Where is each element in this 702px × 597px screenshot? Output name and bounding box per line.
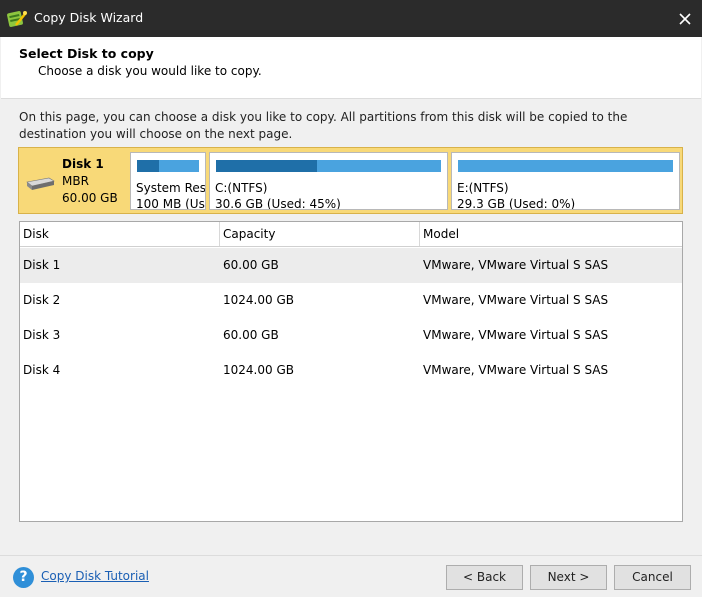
wizard-wand-icon [7,9,27,29]
column-header-capacity[interactable]: Capacity [220,222,420,246]
cell-disk: Disk 2 [23,293,61,307]
column-header-model[interactable]: Model [420,222,682,246]
partition-name: System Reserved [136,181,206,195]
column-header-disk[interactable]: Disk [20,222,220,246]
cell-capacity: 60.00 GB [223,258,279,272]
cell-model: VMware, VMware Virtual S SAS [423,293,609,307]
cell-model: VMware, VMware Virtual S SAS [423,328,609,342]
partition-name: C:(NTFS) [215,181,268,195]
partition-usage-bar [137,160,199,172]
partition-info: 100 MB (Used [136,197,205,210]
hard-disk-icon [25,177,55,194]
back-button[interactable]: < Back [446,565,523,590]
wizard-header: Select Disk to copy Choose a disk you wo… [1,37,701,99]
table-row[interactable]: Disk 1 60.00 GB VMware, VMware Virtual S… [20,248,682,283]
partition-usage-bar [216,160,441,172]
cell-disk: Disk 4 [23,363,61,377]
partition-info: 29.3 GB (Used: 0%) [457,197,576,210]
page-title: Select Disk to copy [19,46,154,61]
disk-map-name: Disk 1 [62,157,104,171]
partition-c[interactable]: C:(NTFS) 30.6 GB (Used: 45%) [209,152,448,210]
table-row[interactable]: Disk 2 1024.00 GB VMware, VMware Virtual… [20,283,682,318]
cell-model: VMware, VMware Virtual S SAS [423,258,609,272]
partition-e[interactable]: E:(NTFS) 29.3 GB (Used: 0%) [451,152,680,210]
help-icon[interactable]: ? [13,567,34,588]
cancel-button[interactable]: Cancel [614,565,691,590]
disk-map-type: MBR [62,174,89,188]
cell-capacity: 60.00 GB [223,328,279,342]
cell-disk: Disk 1 [23,258,61,272]
page-subtitle: Choose a disk you would like to copy. [38,64,262,78]
partition-info: 30.6 GB (Used: 45%) [215,197,341,210]
table-row[interactable]: Disk 3 60.00 GB VMware, VMware Virtual S… [20,318,682,353]
next-button[interactable]: Next > [530,565,607,590]
close-icon[interactable] [668,0,702,37]
disk-map-info[interactable]: Disk 1 MBR 60.00 GB [19,148,129,213]
disk-map[interactable]: Disk 1 MBR 60.00 GB System Reserved 100 … [18,147,683,214]
partition-used-fill [137,160,160,172]
cell-capacity: 1024.00 GB [223,363,294,377]
table-row[interactable]: Disk 4 1024.00 GB VMware, VMware Virtual… [20,353,682,388]
cell-disk: Disk 3 [23,328,61,342]
partition-used-fill [216,160,318,172]
window-title: Copy Disk Wizard [34,10,144,25]
table-header: Disk Capacity Model [20,222,682,247]
disk-map-size: 60.00 GB [62,191,118,205]
partition-usage-bar [458,160,673,172]
page-description: On this page, you can choose a disk you … [19,110,628,141]
partition-system-reserved[interactable]: System Reserved 100 MB (Used [130,152,206,210]
disk-table[interactable]: Disk Capacity Model Disk 1 60.00 GB VMwa… [19,221,683,522]
partition-name: E:(NTFS) [457,181,509,195]
cell-model: VMware, VMware Virtual S SAS [423,363,609,377]
copy-disk-tutorial-link[interactable]: Copy Disk Tutorial [41,569,149,583]
title-bar: Copy Disk Wizard [0,0,702,37]
footer-divider [0,555,702,556]
cell-capacity: 1024.00 GB [223,293,294,307]
